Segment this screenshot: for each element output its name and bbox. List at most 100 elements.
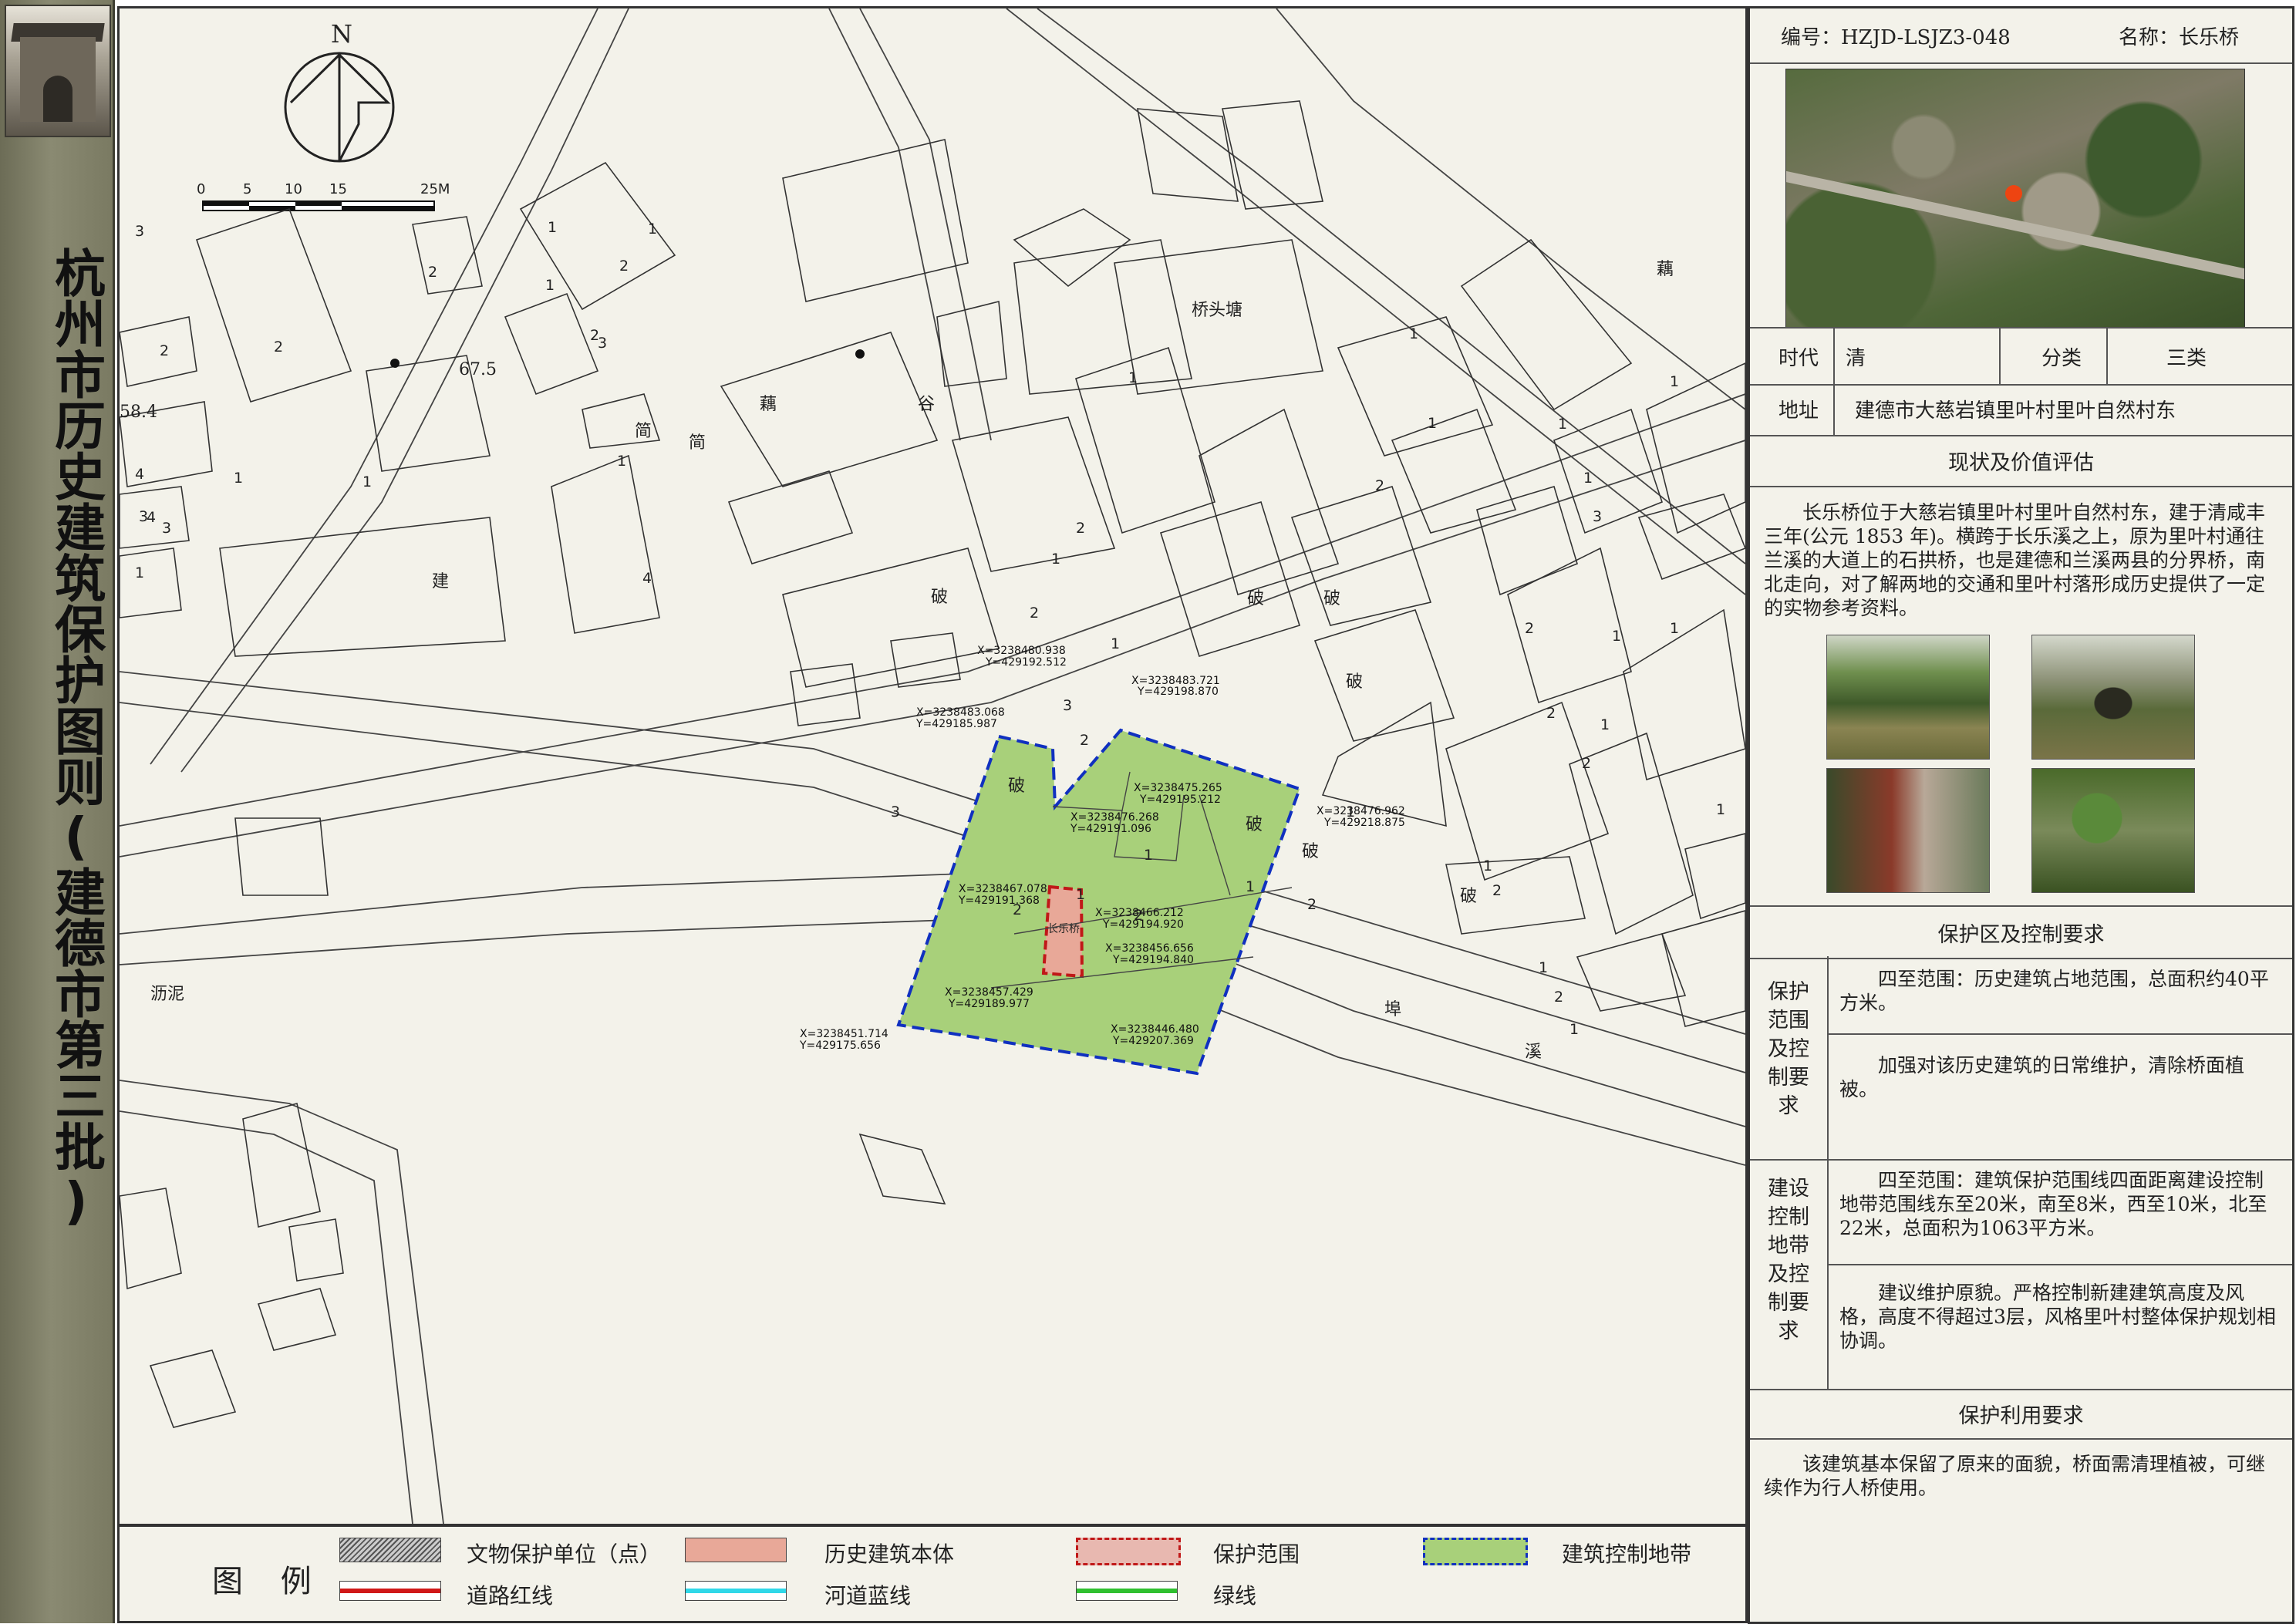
building-number: 1 (648, 221, 657, 238)
building-number: 2 (428, 264, 437, 281)
coord-y: Y=429175.656 (799, 1039, 881, 1052)
map-legend: 图 例 文物保护单位（点） 历史建筑本体 保护范围 建筑控制地带 道路红线 河道… (117, 1525, 1748, 1623)
building-number: 1 (1583, 470, 1593, 487)
building-number: 1 (1569, 1021, 1579, 1038)
building-number: 1 (1428, 415, 1437, 432)
building-number: 1 (1612, 628, 1621, 645)
scale-tick: 5 (243, 181, 251, 197)
place-label: 67.5 (459, 360, 497, 379)
protect-block: 保护范围及控制要求 四至范围：历史建筑占地范围，总面积约40平方米。 加强对该历… (1750, 956, 2292, 1161)
scale-tick: 0 (197, 181, 205, 197)
coord-y: Y=429191.096 (1070, 823, 1151, 835)
name-label: 名称：长乐桥 (2119, 25, 2240, 49)
plan-title: 杭州市历史建筑保护图则(建德市第三批) (46, 247, 106, 1231)
coord-x: X=3238475.265 (1134, 782, 1222, 794)
scale-tick: 25M (420, 181, 450, 197)
bridge-photo (1826, 768, 1990, 893)
legend-swatch-heritage (339, 1538, 441, 1562)
building-number: 3 (1063, 697, 1072, 714)
building-number: 4 (642, 570, 652, 587)
building-number: 1 (1600, 716, 1610, 733)
satellite-image (1785, 69, 2245, 329)
legend-swatch-protection (1076, 1538, 1181, 1565)
building-number: 3 (1593, 508, 1602, 525)
building-number: 1 (1539, 959, 1548, 976)
building-number: 2 (590, 327, 599, 344)
building-number: 2 (1582, 755, 1591, 772)
building-number: 1 (548, 219, 557, 236)
legend-label: 绿线 (1213, 1583, 1257, 1609)
coord-x: X=3238451.714 (800, 1028, 888, 1040)
building-number: 1 (1128, 369, 1138, 386)
legend-swatch-river (685, 1581, 787, 1601)
status-header: 现状及价值评估 (1948, 450, 2094, 475)
coord-y: Y=429195.212 (1139, 793, 1221, 806)
building-number: 2 (1492, 882, 1502, 899)
place-label: 桥头塘 (1192, 301, 1242, 320)
building-number: 3 (891, 804, 900, 820)
building-number: 2 (160, 342, 169, 359)
building-number: 1 (1558, 416, 1567, 433)
building-number: 2 (1375, 477, 1384, 494)
building-number: 2 (1307, 896, 1317, 913)
coord-x: X=3238483.068 (916, 706, 1005, 719)
building-number: 1 (1111, 635, 1120, 652)
place-label: 破 (1247, 589, 1264, 608)
place-label: 谷 (918, 395, 935, 414)
protect-text-2: 加强对该历史建筑的日常维护，清除桥面植被。 (1839, 1054, 2245, 1100)
place-label: 破 (1460, 887, 1477, 906)
site-map[interactable]: N 0 5 10 15 25M 长乐桥 桥头塘 藕 谷 建 简 简 破 破 破 … (117, 6, 1748, 1526)
location-marker-icon (2005, 185, 2022, 202)
coord-x: X=3238456.656 (1105, 942, 1194, 955)
building-number: 2 (1076, 520, 1085, 537)
north-arrow-icon: N (284, 19, 395, 163)
legend-title: 图 例 (212, 1564, 325, 1599)
legend-swatch-building (685, 1538, 787, 1562)
coord-y: Y=429191.368 (958, 895, 1040, 907)
legend-swatch-control (1423, 1538, 1528, 1565)
place-label: 埠 (1384, 1000, 1401, 1019)
building-number: 1 (545, 277, 555, 294)
place-label: 藕 (760, 395, 777, 414)
category-value: 三类 (2166, 346, 2207, 370)
coord-y: Y=429194.840 (1112, 954, 1194, 966)
coord-y: Y=429194.920 (1102, 918, 1184, 931)
building-number: 2 (274, 339, 283, 355)
coord-x: X=3238446.480 (1111, 1023, 1199, 1036)
building-number: 1 (362, 473, 372, 490)
status-header-row: 现状及价值评估 (1750, 435, 2292, 487)
protect-label: 保护范围及控制要求 (1768, 980, 1809, 1118)
coord-y: Y=429218.875 (1323, 817, 1405, 829)
era-row: 时代 清 分类 三类 (1750, 327, 2292, 386)
title-banner: 杭州市历史建筑保护图则(建德市第三批) (0, 0, 115, 1623)
place-label: 破 (1246, 815, 1263, 834)
era-value: 清 (1846, 346, 1866, 370)
building-number: 2 (619, 258, 629, 275)
place-label: 58.4 (120, 403, 157, 422)
building-number: 2 (1554, 989, 1563, 1006)
panel-header-row: 编号：HZJD-LSJZ3-048 名称：长乐桥 (1750, 8, 2292, 64)
building-number: 1 (1076, 886, 1085, 903)
control-block: 建设控制地带及控制要求 四至范围：建筑保护范围线四面距离建设控制地带范围线东至2… (1750, 1159, 2292, 1390)
address-label: 地址 (1764, 382, 1835, 435)
bridge-photo (2031, 635, 2195, 760)
coord-x: X=3238466.212 (1095, 907, 1184, 919)
place-label: 破 (1346, 672, 1363, 692)
building-number: 3 (162, 520, 171, 537)
coord-y: Y=429189.977 (948, 998, 1030, 1010)
north-label: N (331, 19, 352, 49)
building-number: 1 (135, 564, 144, 581)
address-row: 地址 建德市大慈岩镇里叶村里叶自然村东 (1750, 382, 2292, 436)
place-label: 破 (931, 588, 948, 607)
building-outlines (120, 100, 1745, 1428)
info-panel: 编号：HZJD-LSJZ3-048 名称：长乐桥 时代 清 分类 三类 地址 建… (1748, 6, 2294, 1624)
building-number: 2 (1080, 732, 1089, 749)
building-number: 1 (1716, 801, 1725, 818)
coord-y: Y=429207.369 (1112, 1035, 1194, 1047)
status-text: 长乐桥位于大慈岩镇里叶村里叶自然村东，建于清咸丰三年(公元 1853 年)。横跨… (1764, 501, 2266, 619)
building-number: 1 (617, 453, 626, 470)
bridge-photo (1826, 635, 1990, 760)
coord-x: X=3238480.938 (977, 645, 1066, 657)
control-label: 建设控制地带及控制要求 (1768, 1177, 1809, 1343)
building-number: 1 (1051, 551, 1060, 568)
